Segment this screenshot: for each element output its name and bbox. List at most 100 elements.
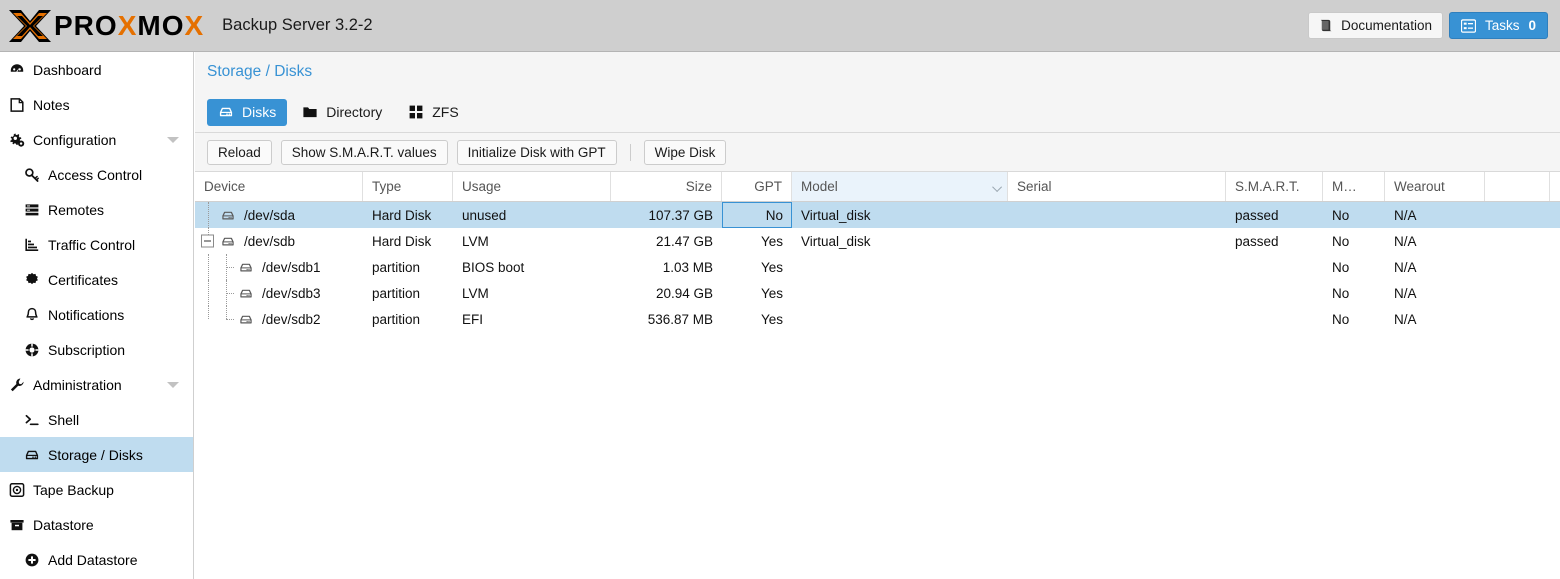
cell-m: No xyxy=(1332,233,1350,249)
column-header-label: Type xyxy=(372,179,402,194)
sidebar-item-label: Notifications xyxy=(48,306,125,323)
cell-model xyxy=(792,254,1008,280)
cell-m: No xyxy=(1332,311,1350,327)
sidebar-item-remotes[interactable]: Remotes xyxy=(0,192,193,227)
dashboard-icon xyxy=(9,62,30,78)
proxmox-wordmark: PRO X MO X xyxy=(54,9,204,41)
chevron-down-icon[interactable] xyxy=(167,136,179,143)
column-header-usage[interactable]: Usage xyxy=(453,172,611,201)
table-row[interactable]: /dev/sdb1 partition BIOS boot 1.03 MB Yes No N… xyxy=(195,254,1560,280)
sidebar-item-tape-backup[interactable]: Tape Backup xyxy=(0,472,193,507)
folder-icon xyxy=(302,104,318,120)
sidebar-item-configuration[interactable]: Configuration xyxy=(0,122,193,157)
cell-gpt: No xyxy=(722,202,792,228)
tree-line xyxy=(208,254,209,280)
table-header-row: Device Type Usage Size GPT Model Serial S.M.A.R… xyxy=(195,172,1560,202)
cell-size: 1.03 MB xyxy=(662,259,713,275)
sidebar-item-label: Storage / Disks xyxy=(48,446,143,463)
column-header-serial[interactable]: Serial xyxy=(1008,172,1226,201)
initialize-disk-with-gpt-button[interactable]: Initialize Disk with GPT xyxy=(456,139,617,165)
wipe-disk-button[interactable]: Wipe Disk xyxy=(643,139,727,165)
sidebar-item-subscription[interactable]: Subscription xyxy=(0,332,193,367)
cell-m: No xyxy=(1332,259,1350,275)
harddisk-icon xyxy=(218,104,234,120)
tree-line xyxy=(226,293,234,294)
column-header-label: Size xyxy=(685,179,712,194)
show-s-m-a-r-t-values-button[interactable]: Show S.M.A.R.T. values xyxy=(280,139,448,165)
disks-table: Device Type Usage Size GPT Model Serial S.M.A.R… xyxy=(195,172,1560,332)
chevron-down-icon[interactable] xyxy=(167,381,179,388)
sidebar-item-notifications[interactable]: Notifications xyxy=(0,297,193,332)
cell-size: 107.37 GB xyxy=(648,207,713,223)
tab-label: Directory xyxy=(326,104,383,120)
tree-line xyxy=(226,319,234,320)
column-header-wearout[interactable]: Wearout xyxy=(1385,172,1485,201)
breadcrumb-bar: Storage / Disks xyxy=(195,52,1560,92)
sidebar-item-dashboard[interactable]: Dashboard xyxy=(0,52,193,87)
tab-directory[interactable]: Directory xyxy=(291,99,393,126)
plus-circle-icon xyxy=(24,552,45,568)
cell-type: partition xyxy=(372,259,421,275)
sidebar-item-notes[interactable]: Notes xyxy=(0,87,193,122)
tab-zfs[interactable]: ZFS xyxy=(397,99,469,126)
column-header-label: Wearout xyxy=(1394,179,1445,194)
tree-connector xyxy=(199,254,217,280)
sidebar-item-certificates[interactable]: Certificates xyxy=(0,262,193,297)
tree-collapse-toggle[interactable] xyxy=(201,234,214,248)
proxmox-logo[interactable]: PRO X MO X xyxy=(0,0,204,51)
tab-disks[interactable]: Disks xyxy=(207,98,288,126)
sidebar-item-add-datastore[interactable]: Add Datastore xyxy=(0,542,193,577)
column-header-label: GPT xyxy=(754,179,782,194)
cell-gpt: Yes xyxy=(760,285,783,301)
sidebar-item-shell[interactable]: Shell xyxy=(0,402,193,437)
cell-serial xyxy=(1008,228,1226,254)
sidebar-item-label: Notes xyxy=(33,96,70,113)
documentation-button[interactable]: Documentation xyxy=(1308,12,1443,39)
tree-line xyxy=(208,280,209,306)
harddisk-icon xyxy=(24,447,45,463)
sidebar-item-traffic-control[interactable]: Traffic Control xyxy=(0,227,193,262)
tab-label: Disks xyxy=(242,104,277,120)
column-header-m[interactable]: M… xyxy=(1323,172,1385,201)
device-name: /dev/sdb2 xyxy=(262,311,321,327)
documentation-label: Documentation xyxy=(1341,18,1432,33)
table-row[interactable]: /dev/sdb3 partition LVM 20.94 GB Yes No N/A xyxy=(195,280,1560,306)
cell-serial xyxy=(1008,254,1226,280)
column-header-blank[interactable] xyxy=(1485,172,1550,201)
reload-button[interactable]: Reload xyxy=(207,139,272,165)
tree-connector xyxy=(217,280,235,306)
sidebar-item-storage-disks[interactable]: Storage / Disks xyxy=(0,437,193,472)
cell-device: /dev/sdb3 xyxy=(195,280,363,306)
column-header-smart[interactable]: S.M.A.R.T. xyxy=(1226,172,1323,201)
logo-x1: X xyxy=(117,9,138,41)
chevron-down-icon[interactable] xyxy=(992,181,1003,192)
cell-model xyxy=(792,306,1008,332)
column-header-model[interactable]: Model xyxy=(792,172,1008,201)
cell-wearout: N/A xyxy=(1394,233,1417,249)
tasks-label: Tasks xyxy=(1484,18,1520,33)
column-header-gpt[interactable]: GPT xyxy=(722,172,792,201)
cell-blank xyxy=(1485,254,1550,280)
cell-gpt: Yes xyxy=(760,311,783,327)
sidebar-item-access-control[interactable]: Access Control xyxy=(0,157,193,192)
proxmox-x-logo-icon xyxy=(9,9,51,42)
table-row[interactable]: /dev/sda Hard Disk unused 107.37 GB No Virtua… xyxy=(195,202,1560,228)
sidebar-item-datastore[interactable]: Datastore xyxy=(0,507,193,542)
sidebar-item-administration[interactable]: Administration xyxy=(0,367,193,402)
column-header-device[interactable]: Device xyxy=(195,172,363,201)
breadcrumb[interactable]: Storage / Disks xyxy=(207,63,312,81)
column-header-type[interactable]: Type xyxy=(363,172,453,201)
cell-usage: unused xyxy=(462,207,507,223)
cell-size: 21.47 GB xyxy=(655,233,713,249)
sidebar-item-label: Access Control xyxy=(48,166,143,183)
tasklist-icon xyxy=(1460,18,1476,33)
cell-usage: LVM xyxy=(462,285,489,301)
sidebar-navigation: Dashboard Notes Configuration Access Contro… xyxy=(0,52,194,579)
column-header-size[interactable]: Size xyxy=(611,172,722,201)
tree-connector xyxy=(199,306,217,332)
table-row[interactable]: /dev/sdb2 partition EFI 536.87 MB Yes No N/A xyxy=(195,306,1560,332)
tree-line xyxy=(226,306,227,319)
gears-icon xyxy=(9,132,30,148)
tasks-button[interactable]: Tasks 0 xyxy=(1448,12,1548,39)
table-row[interactable]: /dev/sdb Hard Disk LVM 21.47 GB Yes Virtual_d… xyxy=(195,228,1560,254)
